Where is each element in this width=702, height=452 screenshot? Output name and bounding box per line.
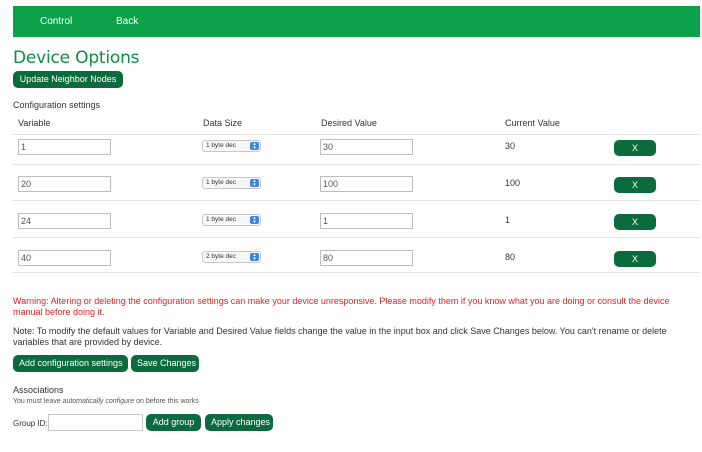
hint-text: You must leave <box>13 398 63 405</box>
header-data-size: Data Size <box>203 118 243 128</box>
delete-row-button[interactable]: X <box>614 177 656 193</box>
row-divider <box>13 272 700 273</box>
desired-value-input[interactable] <box>320 250 413 266</box>
data-size-value: 1 byte dec <box>206 216 236 223</box>
associations-hint: You must leave automatically configure o… <box>13 398 199 405</box>
row-divider <box>13 134 700 135</box>
delete-row-button[interactable]: X <box>614 140 656 156</box>
data-size-value: 2 byte dec <box>206 253 236 260</box>
save-changes-button[interactable]: Save Changes <box>131 355 199 372</box>
nav-back-link[interactable]: Back <box>116 16 138 27</box>
select-arrows-icon: ▴ ▾ <box>250 179 259 188</box>
page-title: Device Options <box>13 48 140 68</box>
row-divider <box>13 237 700 238</box>
add-configuration-settings-button[interactable]: Add configuration settings <box>13 355 128 372</box>
nav-control-link[interactable]: Control <box>40 16 72 27</box>
hint-text: on before this works <box>134 398 199 405</box>
header-desired-value: Desired Value <box>321 118 377 128</box>
data-size-select[interactable]: 1 byte dec ▴ ▾ <box>202 214 261 226</box>
data-size-select[interactable]: 1 byte dec ▴ ▾ <box>202 140 261 152</box>
top-navbar: Control Back <box>13 6 700 37</box>
group-id-label: Group ID: <box>13 419 48 428</box>
variable-input[interactable] <box>18 139 111 155</box>
variable-input[interactable] <box>18 213 111 229</box>
desired-value-input[interactable] <box>320 176 413 192</box>
configuration-settings-label: Configuration settings <box>13 100 101 110</box>
desired-value-input[interactable] <box>320 139 413 155</box>
row-divider <box>13 164 700 165</box>
select-arrows-icon: ▴ ▾ <box>250 253 259 262</box>
note-message: Note: To modify the default values for V… <box>13 326 667 347</box>
header-variable: Variable <box>18 118 51 128</box>
data-size-value: 1 byte dec <box>206 179 236 186</box>
apply-changes-button[interactable]: Apply changes <box>205 414 273 431</box>
data-size-value: 1 byte dec <box>206 142 236 149</box>
data-size-select[interactable]: 2 byte dec ▴ ▾ <box>202 251 261 263</box>
group-id-input[interactable] <box>48 414 143 431</box>
current-value: 100 <box>505 178 521 188</box>
header-current-value: Current Value <box>505 118 560 128</box>
add-group-button[interactable]: Add group <box>146 414 201 431</box>
current-value: 1 <box>505 215 511 225</box>
variable-input[interactable] <box>18 250 111 266</box>
variable-input[interactable] <box>18 176 111 192</box>
select-arrows-icon: ▴ ▾ <box>250 142 259 151</box>
hint-emphasis: automatically configure <box>62 398 135 405</box>
delete-row-button[interactable]: X <box>614 214 656 230</box>
update-neighbor-nodes-button[interactable]: Update Neighbor Nodes <box>13 71 123 88</box>
delete-row-button[interactable]: X <box>614 251 656 267</box>
associations-label: Associations <box>13 385 64 395</box>
select-arrows-icon: ▴ ▾ <box>250 216 259 225</box>
current-value: 30 <box>505 141 516 151</box>
row-divider <box>13 200 700 201</box>
current-value: 80 <box>505 252 516 262</box>
desired-value-input[interactable] <box>320 213 413 229</box>
warning-message: Warning: Altering or deleting the config… <box>13 296 670 317</box>
data-size-select[interactable]: 1 byte dec ▴ ▾ <box>202 177 261 189</box>
